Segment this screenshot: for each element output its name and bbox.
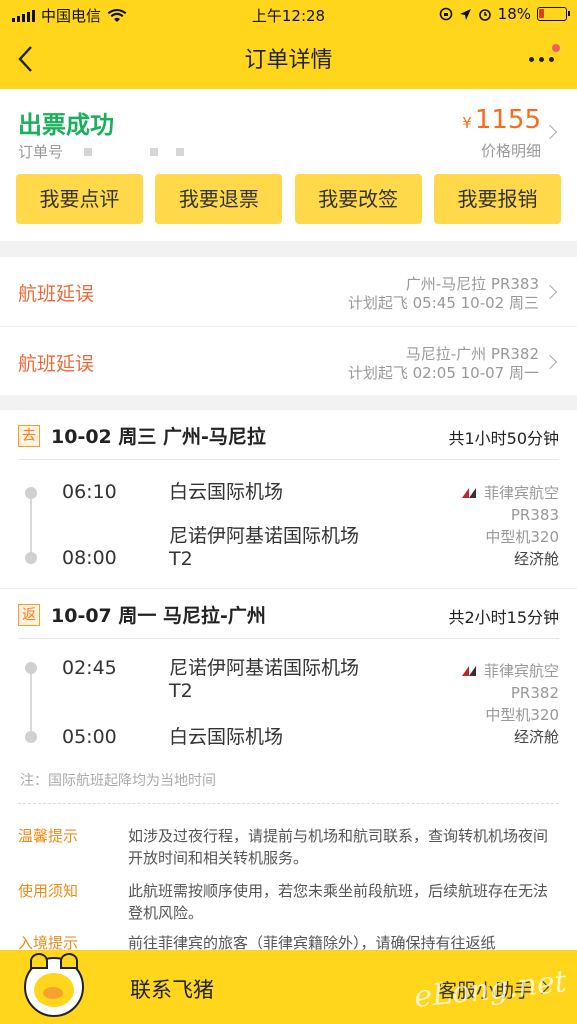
airline-logo-icon — [461, 488, 478, 498]
ticket-status: 出票成功 — [18, 111, 114, 139]
airline-name: 菲律宾航空 — [483, 662, 559, 680]
delay-card: 航班延误 广州-马尼拉 PR383 计划起飞 05:45 10-02 周三 航班… — [0, 257, 577, 395]
order-number-label: 订单号 — [18, 143, 64, 161]
location-icon — [459, 8, 471, 20]
notification-dot — [552, 44, 560, 52]
refund-button[interactable]: 我要退票 — [155, 174, 283, 224]
tip-text: 如涉及过夜行程，请提前与机场和航司联系，查询转机机场夜间开放时间和相关转机服务。 — [128, 827, 549, 867]
nav-bar: 订单详情 — [0, 30, 577, 89]
flight-number: PR383 — [510, 506, 559, 524]
delay-row[interactable]: 航班延误 马尼拉-广州 PR382 计划起飞 02:05 10-07 周一 — [0, 326, 577, 395]
battery-icon — [537, 7, 570, 21]
delay-label: 航班延误 — [18, 283, 95, 305]
cabin-class: 经济舱 — [513, 728, 559, 746]
total-price[interactable]: ¥1155 — [462, 105, 541, 135]
page-title: 订单详情 — [244, 48, 333, 73]
flight-number: PR382 — [510, 684, 559, 702]
departure-time: 02:45 — [62, 657, 117, 679]
time-note: 注：国际航班起降均为当地时间 — [20, 773, 216, 789]
divider — [18, 803, 559, 804]
outbound-segment: 去 10-02 周三 广州-马尼拉 共1小时50分钟 06:10 白云国际机场 … — [0, 410, 577, 588]
departure-terminal: T2 — [169, 680, 193, 702]
rotation-lock-icon — [439, 7, 452, 21]
arrival-dot — [25, 731, 37, 743]
status-bar: 中国电信 上午12:28 18% — [0, 0, 577, 30]
departure-dot — [25, 487, 37, 499]
tip-text: 此航班需按顺序使用，若您未乘坐前段航班，后续航班存在无法登机风险。 — [128, 882, 549, 922]
tip-title: 温馨提示 — [18, 827, 79, 845]
contact-fliggy-button[interactable]: 联系飞猪 — [130, 974, 214, 1004]
watermark: eLong.net — [412, 964, 569, 1015]
chevron-right-icon — [542, 284, 558, 300]
arrival-terminal: T2 — [169, 548, 193, 570]
departure-dot — [25, 662, 37, 674]
arrival-airport: 尼诺伊阿基诺国际机场 — [169, 525, 360, 547]
alarm-icon — [478, 9, 491, 21]
delay-plan: 计划起飞 05:45 10-02 周三 — [347, 294, 539, 312]
timeline — [30, 493, 32, 559]
masked-order-number — [150, 148, 158, 156]
arrival-dot — [25, 552, 37, 564]
chevron-right-icon — [542, 354, 558, 370]
aircraft-type: 中型机320 — [485, 528, 559, 546]
departure-airport: 尼诺伊阿基诺国际机场 — [169, 657, 360, 679]
battery-percent: 18% — [497, 5, 531, 23]
segment-route: 10-02 周三 广州-马尼拉 — [51, 426, 266, 448]
segment-route: 10-07 周一 马尼拉-广州 — [51, 605, 266, 627]
fliggy-mascot-icon[interactable] — [24, 953, 84, 1017]
change-button[interactable]: 我要改签 — [294, 174, 422, 224]
masked-order-number — [84, 148, 92, 156]
cabin-class: 经济舱 — [513, 550, 559, 568]
delay-row[interactable]: 航班延误 广州-马尼拉 PR383 计划起飞 05:45 10-02 周三 — [0, 257, 577, 326]
delay-route: 马尼拉-广州 PR382 — [405, 345, 539, 363]
delay-route: 广州-马尼拉 PR383 — [405, 275, 539, 293]
return-tag: 返 — [18, 604, 40, 626]
header-bar: 中国电信 上午12:28 18% 订单详情 — [0, 0, 577, 89]
more-menu-button[interactable] — [527, 44, 560, 70]
masked-order-number — [176, 148, 184, 156]
departure-time: 06:10 — [62, 481, 117, 503]
order-summary-card: 出票成功 订单号 ¥1155 价格明细 我要点评 我要退票 我要改签 我要报销 — [0, 89, 577, 241]
outbound-tag: 去 — [18, 425, 40, 447]
review-button[interactable]: 我要点评 — [16, 174, 143, 224]
airline-name: 菲律宾航空 — [483, 484, 559, 502]
delay-plan: 计划起飞 02:05 10-07 周一 — [347, 364, 539, 382]
reimburse-button[interactable]: 我要报销 — [433, 174, 561, 224]
price-detail-link[interactable]: 价格明细 — [481, 140, 541, 161]
tip-title: 使用须知 — [18, 882, 79, 900]
timeline — [30, 667, 32, 737]
segment-duration: 共2小时15分钟 — [448, 608, 559, 627]
chevron-right-icon — [542, 124, 558, 140]
footer-bar: 联系飞猪 客服小助手 eLong.net — [0, 950, 577, 1024]
segment-duration: 共1小时50分钟 — [448, 429, 559, 448]
arrival-time: 05:00 — [62, 726, 117, 748]
aircraft-type: 中型机320 — [485, 706, 559, 724]
delay-label: 航班延误 — [18, 353, 95, 375]
airline-logo-icon — [461, 666, 478, 676]
arrival-airport: 白云国际机场 — [169, 726, 284, 748]
itinerary-card: 去 10-02 周三 广州-马尼拉 共1小时50分钟 06:10 白云国际机场 … — [0, 410, 577, 952]
departure-airport: 白云国际机场 — [169, 481, 284, 503]
return-segment: 返 10-07 周一 马尼拉-广州 共2小时15分钟 02:45 尼诺伊阿基诺国… — [0, 588, 577, 766]
arrival-time: 08:00 — [62, 547, 117, 569]
